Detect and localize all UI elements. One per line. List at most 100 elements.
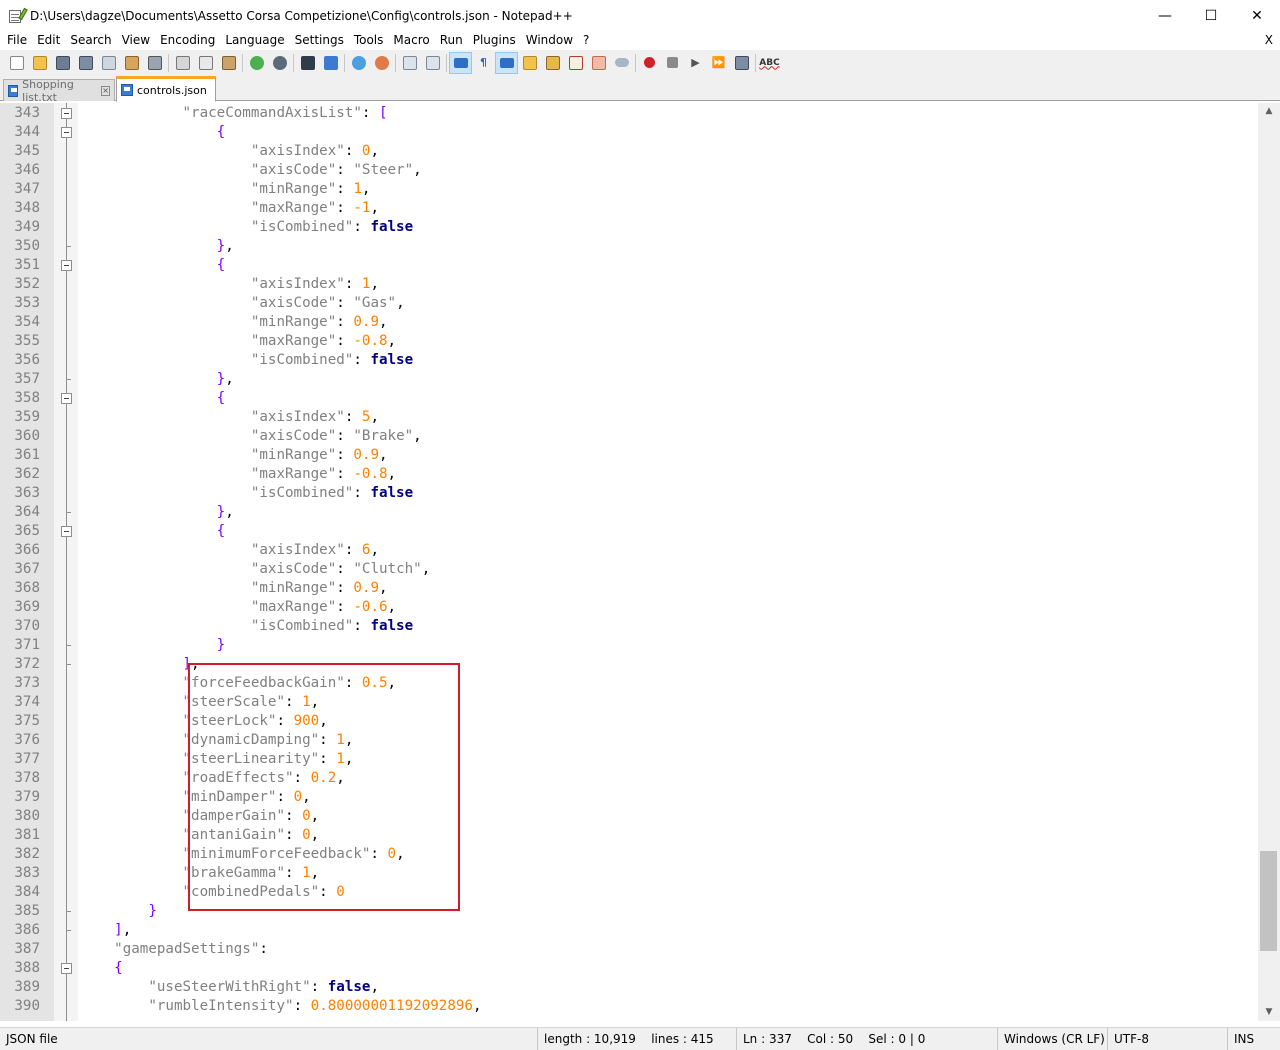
find-icon[interactable] — [296, 52, 319, 74]
paste-icon[interactable] — [217, 52, 240, 74]
close-document-button[interactable]: X — [1265, 31, 1273, 50]
code-line[interactable]: 378 "roadEffects": 0.2, — [0, 769, 1258, 788]
spell-check-icon[interactable]: ABC — [758, 52, 781, 74]
menu-search[interactable]: Search — [65, 31, 116, 50]
minimize-button[interactable]: — — [1142, 0, 1188, 31]
code-line[interactable]: 348 "maxRange": -1, — [0, 199, 1258, 218]
define-language-icon[interactable] — [518, 52, 541, 74]
code-line[interactable]: 370 "isCombined": false — [0, 617, 1258, 636]
code-line[interactable]: 344 { — [0, 123, 1258, 142]
indent-guide-icon[interactable] — [495, 51, 518, 74]
sync-vertical-icon[interactable] — [398, 52, 421, 74]
show-all-chars-icon[interactable]: ¶ — [472, 52, 495, 74]
function-list-icon[interactable] — [564, 52, 587, 74]
close-icon[interactable] — [97, 52, 120, 74]
code-line[interactable]: 345 "axisIndex": 0, — [0, 142, 1258, 161]
code-line[interactable]: 382 "minimumForceFeedback": 0, — [0, 845, 1258, 864]
menu-plugins[interactable]: Plugins — [468, 31, 521, 50]
fold-collapse-icon[interactable] — [61, 963, 72, 974]
close-button[interactable]: ✕ — [1234, 0, 1280, 31]
open-file-icon[interactable] — [28, 52, 51, 74]
scroll-thumb[interactable] — [1260, 851, 1277, 951]
code-line[interactable]: 365 { — [0, 522, 1258, 541]
code-line[interactable]: 367 "axisCode": "Clutch", — [0, 560, 1258, 579]
code-line[interactable]: 349 "isCombined": false — [0, 218, 1258, 237]
menu-view[interactable]: View — [117, 31, 155, 50]
code-line[interactable]: 381 "antaniGain": 0, — [0, 826, 1258, 845]
save-macro-icon[interactable] — [730, 52, 753, 74]
code-line[interactable]: 387 "gamepadSettings": — [0, 940, 1258, 959]
record-macro-icon[interactable] — [638, 52, 661, 74]
code-line[interactable]: 385 } — [0, 902, 1258, 921]
code-line[interactable]: 354 "minRange": 0.9, — [0, 313, 1258, 332]
code-line[interactable]: 364 }, — [0, 503, 1258, 522]
undo-icon[interactable] — [245, 52, 268, 74]
code-line[interactable]: 358 { — [0, 389, 1258, 408]
menu-encoding[interactable]: Encoding — [155, 31, 220, 50]
scroll-down-arrow-icon[interactable]: ▼ — [1258, 1004, 1280, 1021]
menu-window[interactable]: Window — [521, 31, 578, 50]
menu-help[interactable]: ? — [578, 31, 594, 50]
code-line[interactable]: 380 "damperGain": 0, — [0, 807, 1258, 826]
code-line[interactable]: 353 "axisCode": "Gas", — [0, 294, 1258, 313]
code-line[interactable]: 369 "maxRange": -0.6, — [0, 598, 1258, 617]
fold-collapse-icon[interactable] — [61, 526, 72, 537]
close-all-icon[interactable] — [120, 52, 143, 74]
save-all-icon[interactable] — [74, 52, 97, 74]
code-line[interactable]: 374 "steerScale": 1, — [0, 693, 1258, 712]
document-map-icon[interactable] — [541, 52, 564, 74]
code-line[interactable]: 389 "useSteerWithRight": false, — [0, 978, 1258, 997]
code-line[interactable]: 379 "minDamper": 0, — [0, 788, 1258, 807]
code-line[interactable]: 390 "rumbleIntensity": 0.800000011920928… — [0, 997, 1258, 1016]
menu-file[interactable]: File — [0, 31, 32, 50]
code-line[interactable]: 351 { — [0, 256, 1258, 275]
code-line[interactable]: 343 "raceCommandAxisList": [ — [0, 104, 1258, 123]
code-line[interactable]: 371 } — [0, 636, 1258, 655]
new-file-icon[interactable] — [5, 52, 28, 74]
vertical-scrollbar[interactable]: ▲ ▼ — [1258, 103, 1280, 1021]
fold-collapse-icon[interactable] — [61, 127, 72, 138]
replace-icon[interactable] — [319, 52, 342, 74]
playback-icon[interactable]: ▶ — [684, 52, 707, 74]
code-line[interactable]: 384 "combinedPedals": 0 — [0, 883, 1258, 902]
close-tab-icon[interactable]: × — [101, 85, 110, 96]
code-line[interactable]: 361 "minRange": 0.9, — [0, 446, 1258, 465]
code-line[interactable]: 375 "steerLock": 900, — [0, 712, 1258, 731]
code-line[interactable]: 360 "axisCode": "Brake", — [0, 427, 1258, 446]
code-line[interactable]: 352 "axisIndex": 1, — [0, 275, 1258, 294]
menu-language[interactable]: Language — [220, 31, 289, 50]
code-line[interactable]: 368 "minRange": 0.9, — [0, 579, 1258, 598]
folder-as-workspace-icon[interactable] — [587, 52, 610, 74]
fold-collapse-icon[interactable] — [61, 393, 72, 404]
code-line[interactable]: 383 "brakeGamma": 1, — [0, 864, 1258, 883]
fold-collapse-icon[interactable] — [61, 260, 72, 271]
code-line[interactable]: 346 "axisCode": "Steer", — [0, 161, 1258, 180]
print-icon[interactable] — [143, 52, 166, 74]
text-editor[interactable]: 343 "raceCommandAxisList": [344 {345 "ax… — [0, 103, 1258, 1021]
tab-shopping-list[interactable]: Shopping list.txt × — [3, 78, 115, 104]
stop-recording-icon[interactable] — [661, 52, 684, 74]
copy-icon[interactable] — [194, 52, 217, 74]
menu-tools[interactable]: Tools — [349, 31, 389, 50]
code-line[interactable]: 347 "minRange": 1, — [0, 180, 1258, 199]
code-line[interactable]: 376 "dynamicDamping": 1, — [0, 731, 1258, 750]
menu-edit[interactable]: Edit — [32, 31, 65, 50]
menu-settings[interactable]: Settings — [290, 31, 349, 50]
code-line[interactable]: 355 "maxRange": -0.8, — [0, 332, 1258, 351]
code-line[interactable]: 363 "isCombined": false — [0, 484, 1258, 503]
menu-run[interactable]: Run — [435, 31, 468, 50]
menu-macro[interactable]: Macro — [388, 31, 434, 50]
scroll-up-arrow-icon[interactable]: ▲ — [1258, 103, 1280, 120]
code-line[interactable]: 350 }, — [0, 237, 1258, 256]
sync-horizontal-icon[interactable] — [421, 52, 444, 74]
code-line[interactable]: 373 "forceFeedbackGain": 0.5, — [0, 674, 1258, 693]
word-wrap-icon[interactable] — [449, 51, 472, 74]
run-macro-multiple-icon[interactable]: ⏩ — [707, 52, 730, 74]
code-line[interactable]: 372 ], — [0, 655, 1258, 674]
code-line[interactable]: 386 ], — [0, 921, 1258, 940]
code-line[interactable]: 377 "steerLinearity": 1, — [0, 750, 1258, 769]
cut-icon[interactable] — [171, 52, 194, 74]
save-icon[interactable] — [51, 52, 74, 74]
maximize-button[interactable]: ☐ — [1188, 0, 1234, 31]
fold-collapse-icon[interactable] — [61, 108, 72, 119]
